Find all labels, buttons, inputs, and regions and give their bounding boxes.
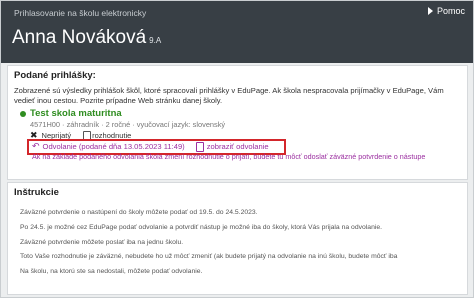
- student-name-title: Anna Nováková 9.A: [12, 27, 161, 49]
- instruction-item: Záväzné potvrdenie môžete poslať iba na …: [20, 238, 184, 246]
- applications-card: Podané prihlášky: Zobrazené sú výsledky …: [7, 65, 468, 180]
- instructions-title: Inštrukcie: [14, 187, 59, 198]
- school-meta: 4571H00 · záhradník · 2 ročné · vyučovac…: [30, 120, 226, 129]
- appeal-row: ↶ Odvolanie (podané dňa 13.05.2023 11:49…: [32, 141, 269, 152]
- app-window: Prihlasovanie na školu elektronicky Anna…: [0, 0, 474, 298]
- show-appeal-link[interactable]: zobraziť odvolanie: [195, 141, 269, 152]
- help-label: Pomoc: [436, 6, 465, 16]
- instruction-item: Záväzné potvrdenie o nastúpení do školy …: [20, 209, 258, 216]
- instruction-item: Po 24.5. je možné cez EduPage podať odvo…: [20, 223, 383, 231]
- instruction-item: Na školu, na ktorú ste sa nedostali, môž…: [20, 268, 203, 276]
- student-name: Anna Nováková: [12, 27, 147, 48]
- help-button[interactable]: Pomoc: [427, 6, 465, 16]
- bullet-icon: [20, 110, 26, 117]
- show-appeal-label: zobraziť odvolanie: [206, 142, 269, 151]
- student-class: 9.A: [149, 36, 162, 45]
- applications-intro: Zobrazené sú výsledky prihlášok škôl, kt…: [14, 86, 444, 105]
- appeal-text[interactable]: Odvolanie (podané dňa 13.05.2023 11:49): [43, 142, 185, 151]
- undo-icon: ↶: [32, 141, 40, 151]
- instructions-list: Záväzné potvrdenie o nastúpení do školy …: [20, 206, 397, 280]
- school-entry: Test skola maturitna: [20, 108, 122, 119]
- page-header: Prihlasovanie na školu elektronicky Anna…: [1, 1, 473, 63]
- document-icon: [195, 141, 204, 152]
- instruction-item: Toto Vaše rozhodnutie je záväzné, nebude…: [20, 253, 398, 261]
- applications-title: Podané prihlášky:: [14, 70, 96, 81]
- school-name: Test skola maturitna: [30, 108, 122, 119]
- instructions-card: Inštrukcie Záväzné potvrdenie o nastúpen…: [7, 182, 468, 295]
- appeal-note: Ak na základe podaného odvolania škola z…: [32, 152, 426, 161]
- header-subtitle: Prihlasovanie na školu elektronicky: [14, 8, 147, 18]
- play-icon: [427, 7, 433, 15]
